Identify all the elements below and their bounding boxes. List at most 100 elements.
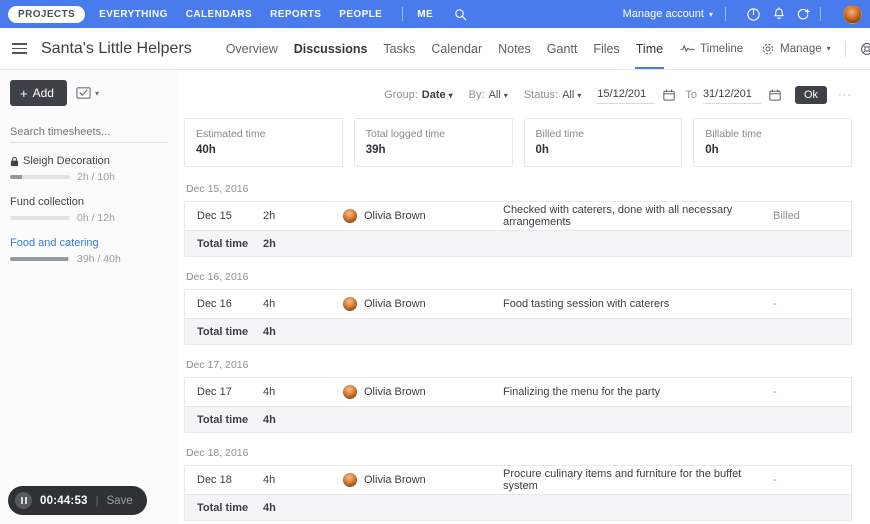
search-icon[interactable] (447, 8, 473, 21)
manage-menu[interactable]: Manage ▾ (752, 42, 840, 56)
nav-projects-pill[interactable]: PROJECTS (8, 6, 85, 23)
timesheet-hours: 39h / 40h (77, 253, 121, 265)
time-table: Dec 16 4h Olivia Brown Food tasting sess… (184, 289, 852, 345)
entry-hours: 4h (263, 474, 343, 486)
status-badge: - (773, 474, 851, 486)
tab-gantt[interactable]: Gantt (539, 28, 586, 69)
by-select[interactable]: All ▾ (489, 89, 508, 101)
group-date-label: Dec 15, 2016 (184, 183, 852, 195)
navbar-right-divider (725, 7, 726, 21)
table-total-row: Total time 4h (185, 494, 851, 520)
pause-icon[interactable] (15, 492, 32, 509)
entry-date: Dec 16 (185, 298, 263, 310)
nav-item-everything[interactable]: EVERYTHING (99, 9, 168, 20)
entry-description: Procure culinary items and furniture for… (503, 468, 773, 492)
timeline-button[interactable]: Timeline (671, 43, 752, 55)
date-to-input[interactable] (703, 86, 761, 104)
sidebar-toolbar: + Add ▾ (10, 80, 168, 106)
calendar-icon[interactable] (663, 89, 675, 101)
status-badge: - (773, 298, 851, 310)
nav-item-calendars[interactable]: CALENDARS (186, 9, 252, 20)
card-label: Total logged time (366, 128, 501, 140)
by-value: All (489, 89, 501, 101)
tab-time[interactable]: Time (628, 28, 671, 69)
tab-tasks[interactable]: Tasks (375, 28, 423, 69)
menu-hamburger-icon[interactable] (12, 43, 27, 54)
card-value: 0h (705, 144, 840, 156)
help-button[interactable]: Help (851, 42, 870, 56)
nav-item-people[interactable]: PEOPLE (339, 9, 382, 20)
group-select[interactable]: Date ▾ (422, 89, 453, 101)
card-total-logged-time: Total logged time 39h (354, 118, 513, 167)
clock-icon[interactable] (740, 7, 766, 22)
select-all-dropdown[interactable]: ▾ (76, 86, 99, 100)
project-header: Santa's Little Helpers Overview Discussi… (0, 28, 870, 70)
timer-save-button[interactable]: Save (107, 495, 133, 507)
nav-item-reports[interactable]: REPORTS (270, 9, 321, 20)
status-select[interactable]: All ▾ (562, 89, 581, 101)
nav-divider (402, 7, 403, 21)
filter-date-to (703, 86, 781, 104)
card-billable-time: Billable time 0h (693, 118, 852, 167)
bell-icon[interactable] (766, 7, 792, 22)
sidebar: + Add ▾ Sleigh Decoration 2h / 10h (0, 70, 178, 524)
date-from-input[interactable] (597, 86, 655, 104)
tab-notes[interactable]: Notes (490, 28, 539, 69)
plus-icon: + (20, 87, 28, 100)
tab-discussions[interactable]: Discussions (286, 28, 376, 69)
group-date-label: Dec 17, 2016 (184, 359, 852, 371)
entry-user: Olivia Brown (343, 209, 503, 223)
entry-date: Dec 18 (185, 474, 263, 486)
ok-button[interactable]: Ok (795, 86, 827, 104)
tab-files[interactable]: Files (585, 28, 627, 69)
card-label: Billed time (536, 128, 671, 140)
checkbox-square-icon (76, 86, 91, 100)
search-input[interactable] (10, 123, 168, 143)
table-row[interactable]: Dec 17 4h Olivia Brown Finalizing the me… (185, 378, 851, 406)
timesheet-hours: 2h / 10h (77, 171, 115, 183)
calendar-icon[interactable] (769, 89, 781, 101)
entry-user-name: Olivia Brown (364, 298, 426, 310)
add-button-label: Add (33, 86, 54, 100)
table-row[interactable]: Dec 16 4h Olivia Brown Food tasting sess… (185, 290, 851, 318)
chevron-down-icon: ▾ (95, 89, 99, 98)
tab-calendar[interactable]: Calendar (423, 28, 490, 69)
tab-overview[interactable]: Overview (218, 28, 286, 69)
nav-item-me[interactable]: ME (417, 9, 433, 20)
timer-widget[interactable]: 00:44:53 | Save (8, 486, 147, 515)
card-estimated-time: Estimated time 40h (184, 118, 343, 167)
entry-description: Finalizing the menu for the party (503, 386, 773, 398)
timesheet-progress: 2h / 10h (10, 171, 168, 183)
timesheet-item-food-and-catering[interactable]: Food and catering 39h / 40h (10, 237, 168, 265)
avatar[interactable] (843, 5, 862, 24)
group-date-label: Dec 16, 2016 (184, 271, 852, 283)
chevron-down-icon: ▾ (504, 91, 508, 100)
table-total-row: Total time 2h (185, 230, 851, 256)
time-table: Dec 18 4h Olivia Brown Procure culinary … (184, 465, 852, 521)
timer-divider: | (96, 495, 99, 507)
summary-cards: Estimated time 40h Total logged time 39h… (184, 118, 852, 167)
add-person-icon[interactable] (792, 7, 818, 22)
project-tabs: Overview Discussions Tasks Calendar Note… (218, 28, 671, 69)
chevron-down-icon: ▾ (577, 91, 581, 100)
timesheet-name: Food and catering (10, 237, 168, 249)
filter-by: By: All ▾ (469, 89, 508, 101)
timesheet-progress: 0h / 12h (10, 212, 168, 224)
timesheet-item-fund-collection[interactable]: Fund collection 0h / 12h (10, 196, 168, 224)
table-row[interactable]: Dec 15 2h Olivia Brown Checked with cate… (185, 202, 851, 230)
filter-group: Group: Date ▾ (384, 89, 453, 101)
table-row[interactable]: Dec 18 4h Olivia Brown Procure culinary … (185, 466, 851, 494)
manage-account-label: Manage account (623, 8, 704, 20)
entry-description: Checked with caterers, done with all nec… (503, 204, 773, 228)
more-options-icon[interactable]: ··· (838, 89, 852, 101)
total-label: Total time (185, 502, 263, 514)
manage-account-menu[interactable]: Manage account ▾ (623, 8, 713, 20)
timesheet-item-sleigh-decoration[interactable]: Sleigh Decoration 2h / 10h (10, 155, 168, 183)
main-panel: Group: Date ▾ By: All ▾ Status: All ▾ (178, 70, 870, 524)
total-value: 4h (263, 326, 343, 338)
total-label: Total time (185, 414, 263, 426)
add-button[interactable]: + Add (10, 80, 67, 106)
card-label: Estimated time (196, 128, 331, 140)
card-value: 39h (366, 144, 501, 156)
progress-bar (10, 216, 70, 220)
